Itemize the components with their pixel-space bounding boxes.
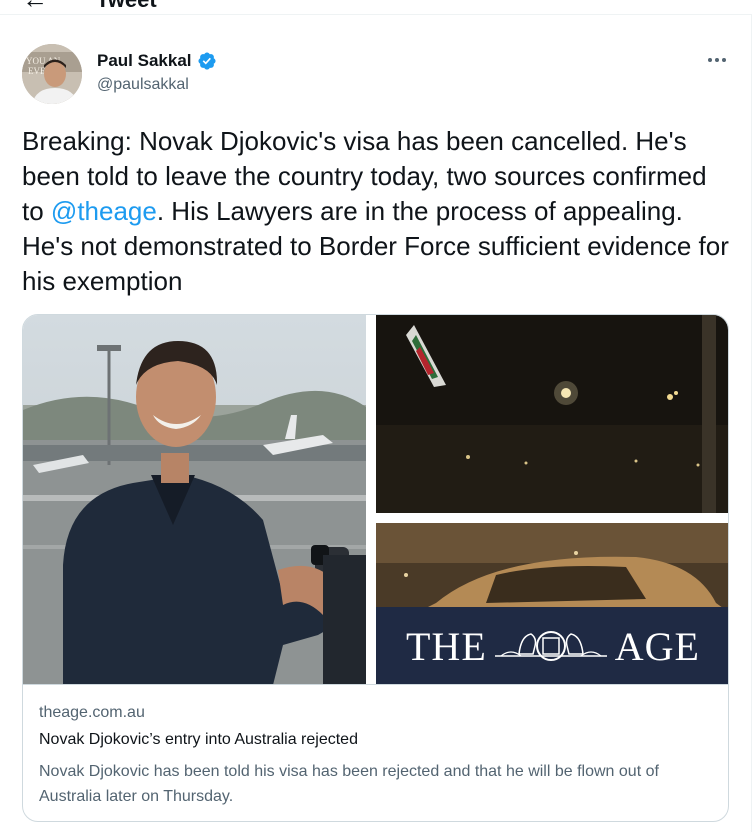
card-image[interactable]: THE AGE bbox=[23, 315, 728, 685]
header-title: Tweet bbox=[96, 0, 157, 13]
more-dot bbox=[708, 58, 712, 62]
author-name-row[interactable]: Paul Sakkal bbox=[97, 50, 217, 72]
the-age-logo: THE AGE bbox=[376, 607, 728, 684]
coat-of-arms-icon bbox=[494, 631, 607, 661]
logo-left-word: THE bbox=[406, 623, 487, 669]
author-handle[interactable]: @paulsakkal bbox=[97, 76, 189, 94]
link-preview-card[interactable]: THE AGE theage.com.au Novak Djokovic’s e… bbox=[22, 314, 729, 822]
more-dot bbox=[715, 58, 719, 62]
author-name[interactable]: Paul Sakkal bbox=[97, 51, 192, 71]
tweet-text: Breaking: Novak Djokovic's visa has been… bbox=[22, 124, 734, 299]
card-domain: theage.com.au bbox=[39, 704, 145, 721]
mention-link[interactable]: @theage bbox=[51, 196, 157, 226]
header-bar: ← Tweet bbox=[0, 0, 756, 14]
photo-player-airport bbox=[23, 315, 366, 684]
avatar[interactable]: YOU AN EVE ON bbox=[22, 44, 82, 104]
more-options-icon[interactable] bbox=[702, 50, 732, 70]
more-dot bbox=[722, 58, 726, 62]
verified-badge-icon bbox=[197, 52, 216, 70]
image-divider bbox=[376, 513, 728, 523]
arrow-left-icon[interactable]: ← bbox=[22, 0, 48, 12]
card-title: Novak Djokovic’s entry into Australia re… bbox=[39, 731, 358, 748]
photo-car: THE AGE bbox=[376, 523, 728, 684]
logo-right-word: AGE bbox=[614, 623, 700, 669]
image-divider bbox=[366, 315, 376, 684]
card-description: Novak Djokovic has been told his visa ha… bbox=[39, 763, 659, 805]
photo-night-airport bbox=[376, 315, 728, 513]
